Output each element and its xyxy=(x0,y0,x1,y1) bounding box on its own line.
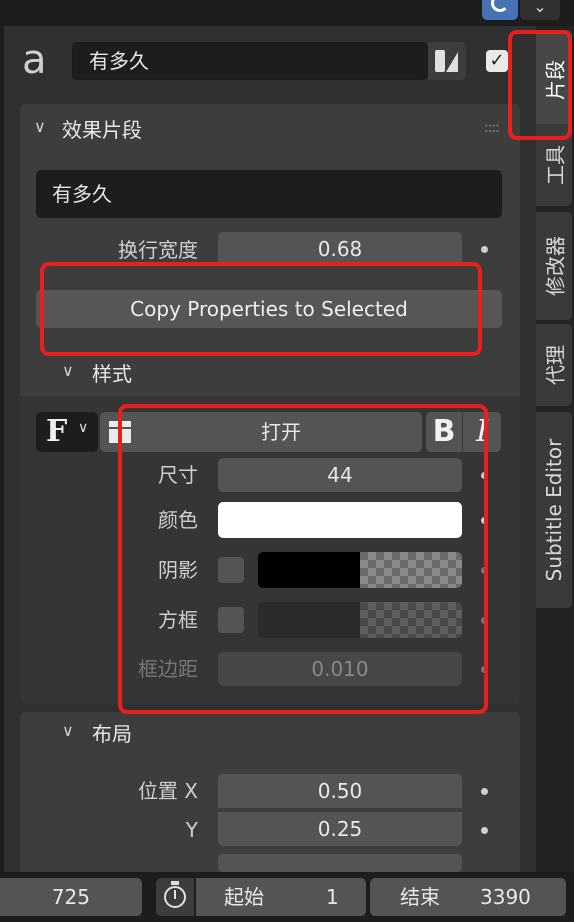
strip-enabled-checkbox[interactable]: ✓ xyxy=(486,50,508,72)
keyframe-dot-icon[interactable] xyxy=(481,617,488,624)
font-folder-button[interactable] xyxy=(100,412,140,452)
shadow-label: 阴影 xyxy=(158,558,198,582)
font-dropdown[interactable]: F ∨ xyxy=(36,412,98,452)
shadow-color-solid xyxy=(258,552,360,588)
start-value: 1 xyxy=(326,885,339,909)
overlay-icon xyxy=(491,0,509,12)
box-margin-label: 框边距 xyxy=(138,657,198,681)
chevron-down-icon: ∨ xyxy=(78,420,89,436)
shadow-checkbox[interactable] xyxy=(218,557,244,583)
keyframe-dot-icon[interactable] xyxy=(481,827,488,834)
wrap-width-label: 换行宽度 xyxy=(118,238,198,262)
tab-modifiers[interactable]: 修改器 xyxy=(536,212,572,320)
position-x-field[interactable]: 0.50 xyxy=(218,774,462,808)
end-frame-field[interactable]: 结束 3390 xyxy=(370,878,566,916)
text-color-swatch[interactable] xyxy=(218,502,462,538)
position-x-label: 位置 X xyxy=(137,779,198,803)
style-panel-title[interactable]: 样式 xyxy=(92,358,132,387)
bold-toggle-button[interactable]: B xyxy=(426,412,462,452)
font-icon: F xyxy=(46,414,68,449)
keyframe-dot-icon[interactable] xyxy=(481,666,488,673)
size-label: 尺寸 xyxy=(158,463,198,487)
keyframe-dot-icon[interactable] xyxy=(481,246,488,253)
effect-strip-panel-title[interactable]: 效果片段 xyxy=(62,114,142,143)
current-frame-field[interactable]: 725 xyxy=(0,878,142,916)
size-field[interactable]: 44 xyxy=(218,458,462,492)
tab-tool[interactable]: 工具 xyxy=(536,124,572,206)
tab-subtitle-editor[interactable]: Subtitle Editor xyxy=(536,412,572,608)
start-label: 起始 xyxy=(224,885,264,909)
box-color-swatch[interactable] xyxy=(258,602,462,638)
strip-name-field[interactable]: 有多久 xyxy=(72,42,428,80)
keyframe-dot-icon[interactable] xyxy=(481,517,488,524)
position-y-label: Y xyxy=(185,818,198,842)
color-label: 颜色 xyxy=(158,508,198,532)
keyframe-dot-icon[interactable] xyxy=(481,567,488,574)
chevron-down-icon[interactable]: ∨ xyxy=(62,361,74,380)
start-frame-field[interactable]: 起始 1 xyxy=(196,878,366,916)
box-margin-field[interactable]: 0.010 xyxy=(218,652,462,686)
overlay-toggle-button[interactable] xyxy=(482,0,518,20)
wrap-width-field[interactable]: 0.68 xyxy=(218,232,462,266)
italic-toggle-button[interactable]: I xyxy=(463,412,501,452)
strip-color-tag-button[interactable] xyxy=(428,42,466,80)
keyframe-dot-icon[interactable] xyxy=(481,472,488,479)
end-label: 结束 xyxy=(400,885,440,909)
copy-properties-button[interactable]: Copy Properties to Selected xyxy=(36,290,502,328)
region-divider xyxy=(0,26,4,872)
alpha-checker xyxy=(360,552,462,588)
position-y-field[interactable]: 0.25 xyxy=(218,812,462,846)
stopwatch-icon xyxy=(171,881,179,885)
anchor-field[interactable] xyxy=(218,854,462,872)
subtitle-text-input[interactable]: 有多久 xyxy=(36,170,502,218)
tab-strip[interactable]: 片段 xyxy=(536,30,572,130)
text-strip-type-icon: a xyxy=(22,37,47,83)
alpha-checker xyxy=(360,602,462,638)
box-label: 方框 xyxy=(158,608,198,632)
drag-handle-icon[interactable]: :::: xyxy=(484,120,500,136)
box-color-solid xyxy=(258,602,360,638)
color-tag-icon xyxy=(435,50,445,72)
layout-panel-title[interactable]: 布局 xyxy=(92,718,132,747)
chevron-down-icon[interactable]: ∨ xyxy=(62,721,74,740)
open-font-button[interactable]: 打开 xyxy=(140,412,422,452)
shadow-color-swatch[interactable] xyxy=(258,552,462,588)
keyframe-dot-icon[interactable] xyxy=(481,788,488,795)
chevron-down-icon[interactable]: ∨ xyxy=(34,117,46,136)
box-checkbox[interactable] xyxy=(218,607,244,633)
preview-range-button[interactable] xyxy=(156,878,194,916)
overlay-dropdown-button[interactable]: ⌄ xyxy=(520,0,560,20)
end-value: 3390 xyxy=(480,885,531,909)
tab-proxy[interactable]: 代理 xyxy=(536,324,572,406)
folder-icon xyxy=(109,421,131,427)
